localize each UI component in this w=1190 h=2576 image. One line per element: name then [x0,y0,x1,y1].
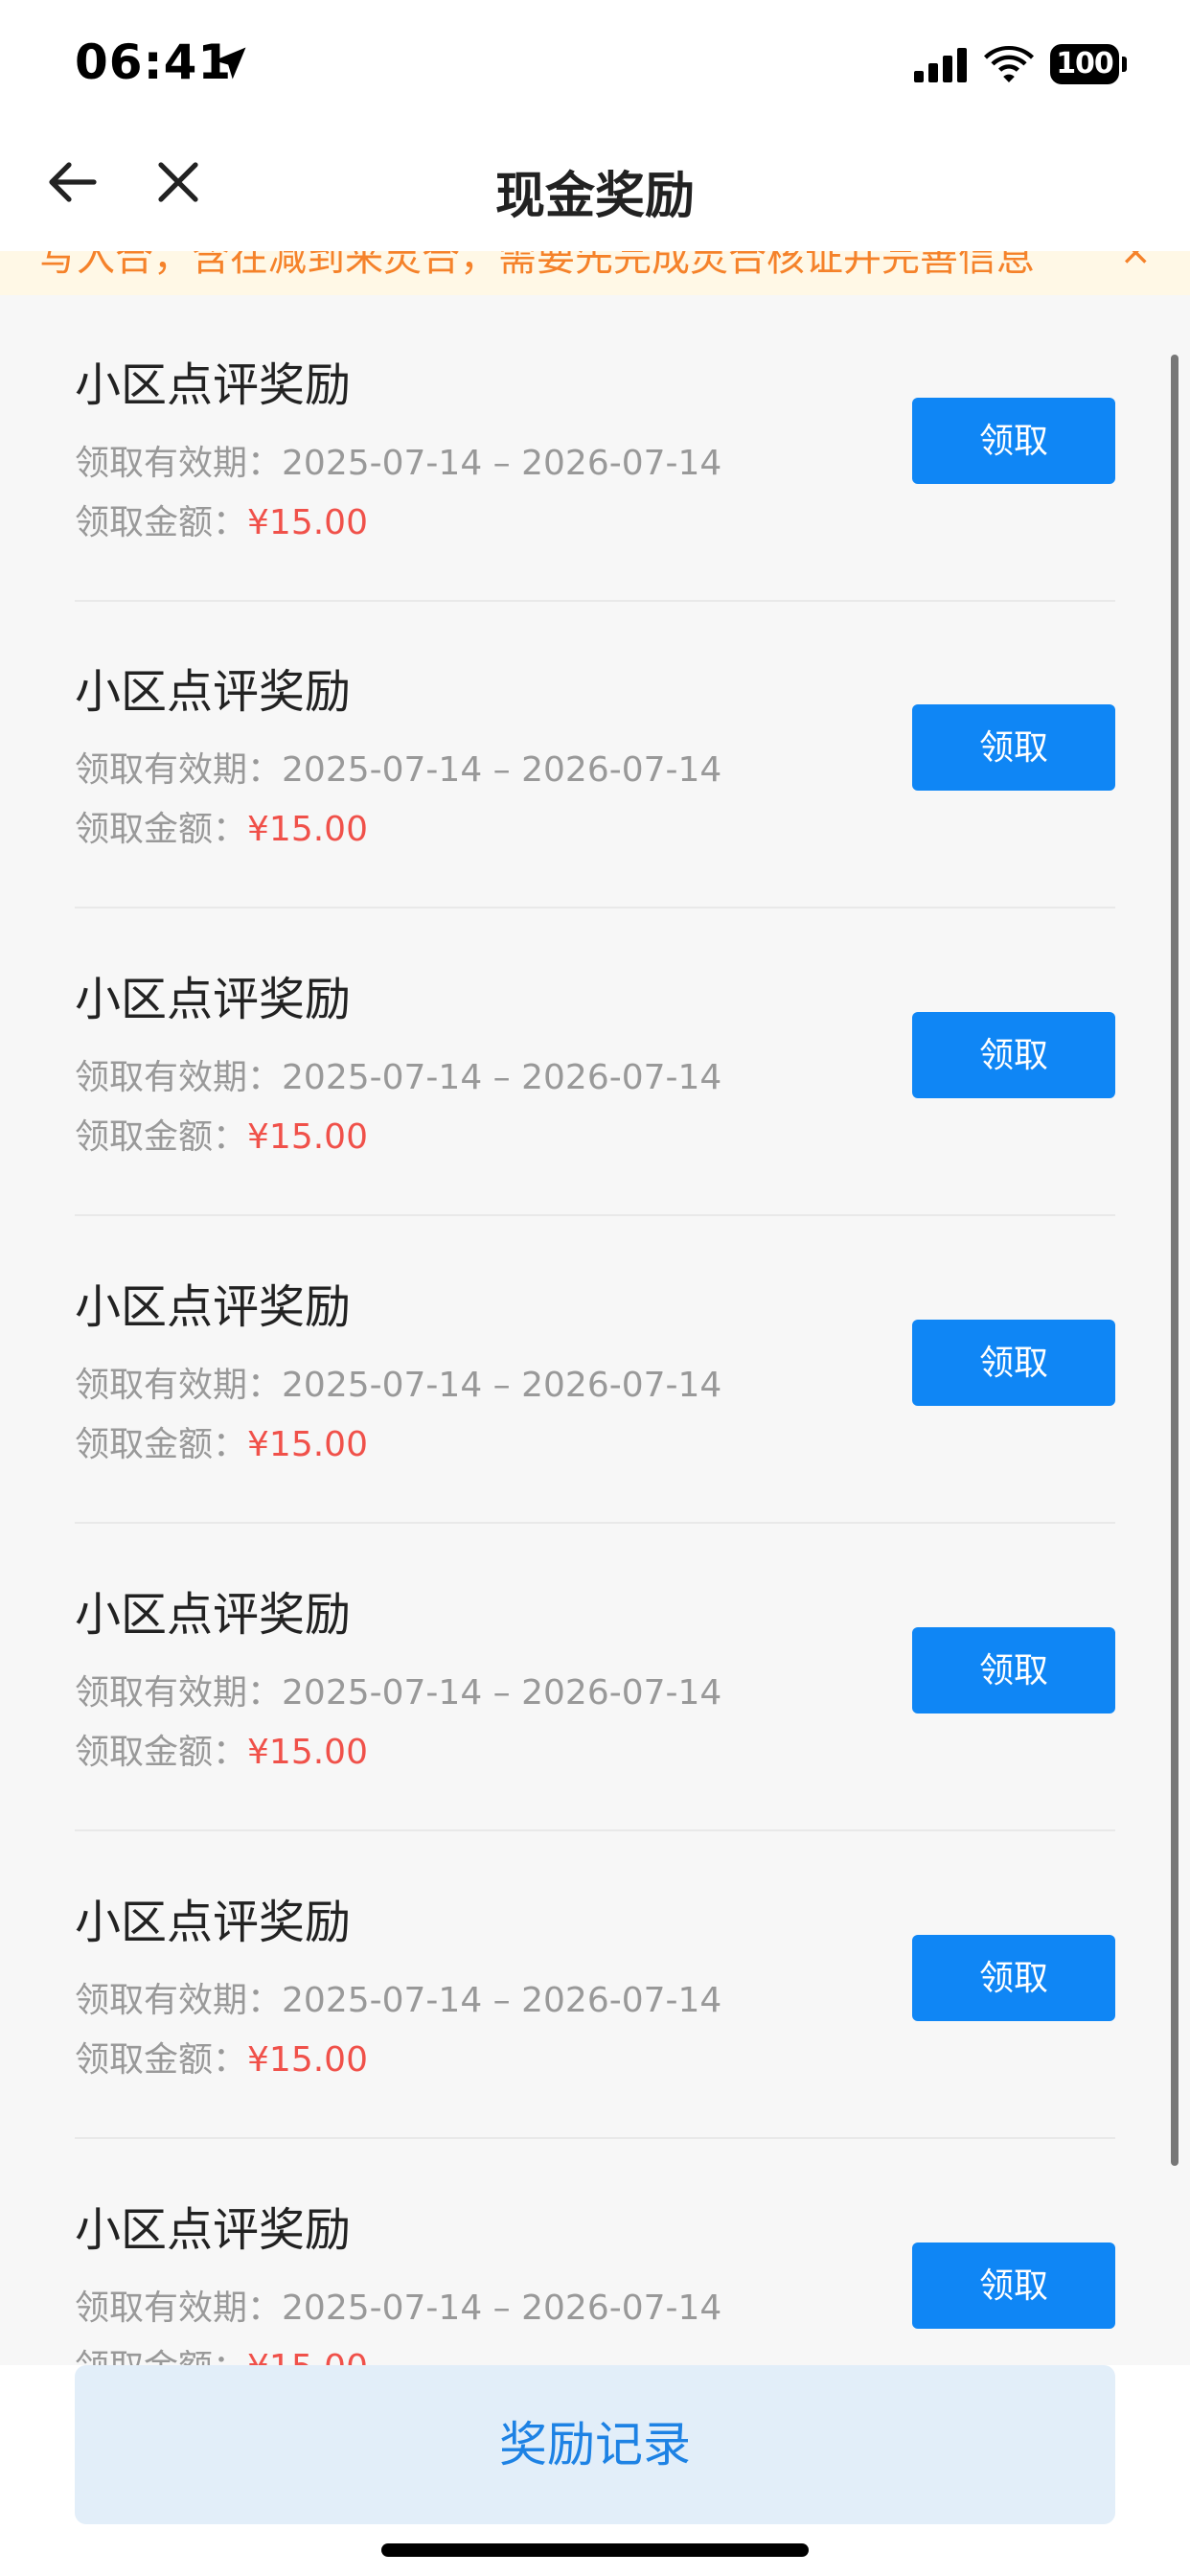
amount-label: 领取金额： [75,1733,248,1772]
reward-title: 小区点评奖励 [75,2203,352,2257]
reward-amount-row: 领取金额：¥15.00 [75,2339,368,2365]
period-value: 2025-07-14 – 2026-07-14 [282,1673,722,1713]
claim-button[interactable]: 领取 [912,1935,1115,2021]
amount-value: ¥15.00 [247,1733,368,1772]
amount-value: ¥15.00 [247,1117,368,1157]
reward-period: 领取有效期：2025-07-14 – 2026-07-14 [75,742,721,792]
reward-item: 小区点评奖励 领取有效期：2025-07-14 – 2026-07-14 领取金… [75,1525,1115,1831]
reward-item: 小区点评奖励 领取有效期：2025-07-14 – 2026-07-14 领取金… [75,2140,1115,2365]
bottom-bar: 奖励记录 [0,2365,1190,2576]
period-label: 领取有效期： [75,750,283,790]
reward-item: 小区点评奖励 领取有效期：2025-07-14 – 2026-07-14 领取金… [75,295,1115,602]
reward-item: 小区点评奖励 领取有效期：2025-07-14 – 2026-07-14 领取金… [75,1832,1115,2139]
amount-label: 领取金额： [75,503,248,542]
scrollbar[interactable] [1171,355,1179,2166]
claim-button[interactable]: 领取 [912,1012,1115,1098]
reward-period: 领取有效期：2025-07-14 – 2026-07-14 [75,1665,721,1714]
reward-period: 领取有效期：2025-07-14 – 2026-07-14 [75,2280,721,2330]
period-label: 领取有效期： [75,1366,283,1405]
amount-label: 领取金额： [75,2348,247,2365]
home-indicator[interactable] [381,2543,809,2557]
period-value: 2025-07-14 – 2026-07-14 [282,1981,722,2020]
reward-amount-row: 领取金额：¥15.00 [75,1109,368,1159]
period-value: 2025-07-14 – 2026-07-14 [282,1058,722,1097]
reward-item: 小区点评奖励 领取有效期：2025-07-14 – 2026-07-14 领取金… [75,909,1115,1216]
reward-title: 小区点评奖励 [75,1896,352,1949]
period-label: 领取有效期： [75,444,283,483]
reward-title: 小区点评奖励 [75,1280,352,1334]
reward-list[interactable]: 小区点评奖励 领取有效期：2025-07-14 – 2026-07-14 领取金… [0,295,1190,2365]
amount-value: ¥15.00 [247,2040,368,2080]
reward-title: 小区点评奖励 [75,665,352,719]
reward-period: 领取有效期：2025-07-14 – 2026-07-14 [75,435,721,485]
reward-records-button[interactable]: 奖励记录 [75,2365,1115,2524]
notice-text: 写入合，含在减到来灵合，需要先完成灵合核证并完善信息 [38,251,1035,280]
wifi-icon [984,46,1034,82]
amount-label: 领取金额： [75,2040,248,2080]
location-arrow-icon [214,47,246,80]
period-label: 领取有效期： [75,1058,283,1097]
battery-tip [1122,57,1127,72]
notice-close-icon[interactable]: × [1119,251,1152,274]
nav-bar: 现金奖励 [0,126,1190,251]
reward-title: 小区点评奖励 [75,973,352,1026]
notice-banner: 写入合，含在减到来灵合，需要先完成灵合核证并完善信息 × [0,251,1190,295]
period-value: 2025-07-14 – 2026-07-14 [282,750,722,790]
reward-period: 领取有效期：2025-07-14 – 2026-07-14 [75,1357,721,1407]
amount-value: ¥15.00 [247,2348,368,2365]
amount-label: 领取金额： [75,1117,248,1157]
period-label: 领取有效期： [75,1673,283,1713]
amount-value: ¥15.00 [247,810,368,849]
reward-amount-row: 领取金额：¥15.00 [75,801,368,851]
claim-button[interactable]: 领取 [912,398,1115,484]
reward-amount-row: 领取金额：¥15.00 [75,1416,368,1466]
amount-label: 领取金额： [75,1425,248,1464]
reward-period: 领取有效期：2025-07-14 – 2026-07-14 [75,1972,721,2022]
period-label: 领取有效期： [75,1981,283,2020]
claim-button[interactable]: 领取 [912,1627,1115,1714]
period-value: 2025-07-14 – 2026-07-14 [282,1366,722,1405]
reward-title: 小区点评奖励 [75,1588,352,1642]
page-title: 现金奖励 [494,168,695,225]
signal-icon [914,48,967,82]
amount-value: ¥15.00 [247,1425,368,1464]
claim-button[interactable]: 领取 [912,1320,1115,1406]
claim-button[interactable]: 领取 [912,704,1115,791]
claim-button[interactable]: 领取 [912,2242,1115,2329]
battery-level: 100 [1050,44,1119,84]
amount-label: 领取金额： [75,810,248,849]
period-value: 2025-07-14 – 2026-07-14 [282,444,722,483]
amount-value: ¥15.00 [247,503,368,542]
battery-icon: 100 [1050,44,1127,84]
reward-title: 小区点评奖励 [75,358,352,412]
reward-amount-row: 领取金额：¥15.00 [75,494,368,544]
reward-period: 领取有效期：2025-07-14 – 2026-07-14 [75,1049,721,1099]
reward-item: 小区点评奖励 领取有效期：2025-07-14 – 2026-07-14 领取金… [75,602,1115,908]
reward-item: 小区点评奖励 领取有效期：2025-07-14 – 2026-07-14 领取金… [75,1217,1115,1524]
reward-amount-row: 领取金额：¥15.00 [75,1724,368,1774]
period-label: 领取有效期： [75,2288,283,2328]
reward-amount-row: 领取金额：¥15.00 [75,2032,368,2082]
period-value: 2025-07-14 – 2026-07-14 [282,2288,722,2328]
status-bar: 06:41 100 [0,0,1190,126]
